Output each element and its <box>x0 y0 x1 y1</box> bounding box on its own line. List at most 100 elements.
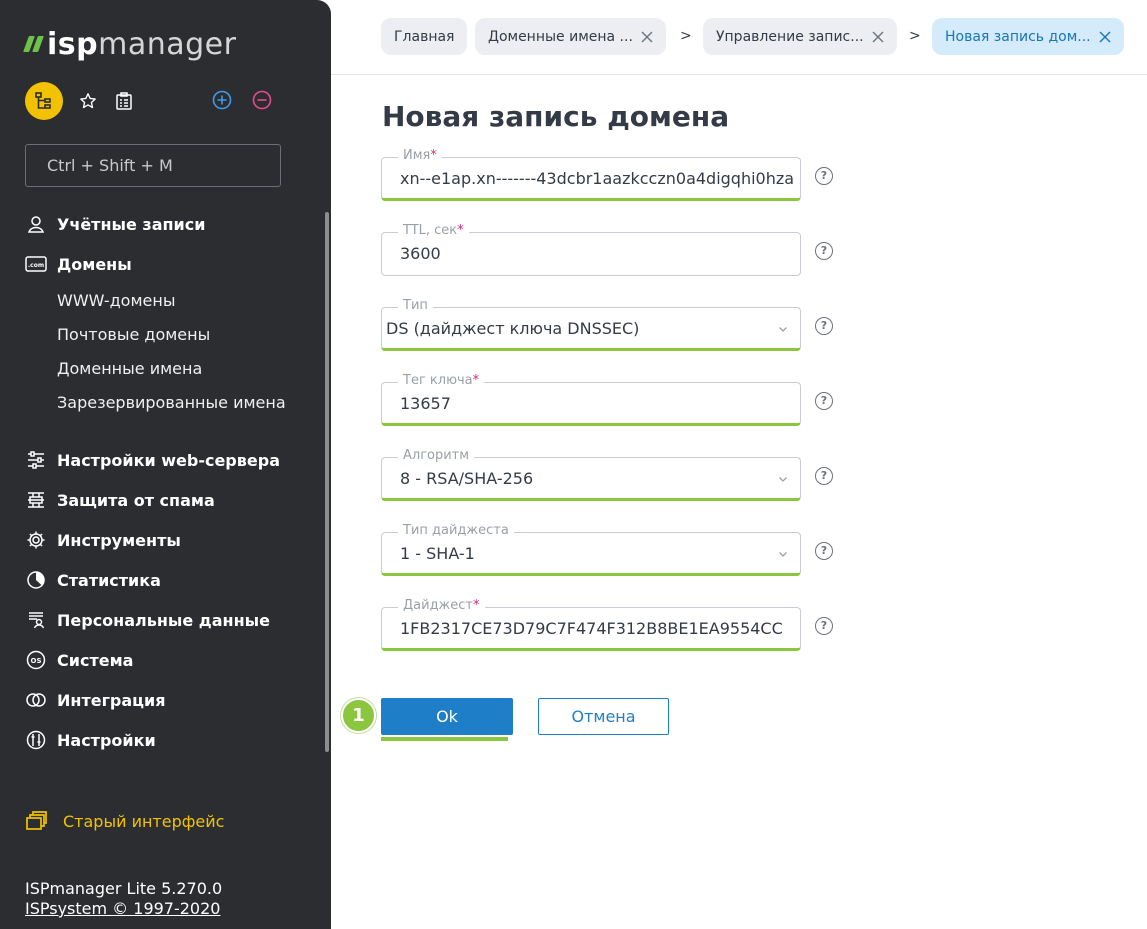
pie-chart-icon <box>25 569 47 591</box>
breadcrumb-separator-icon: > <box>680 28 692 44</box>
version-info: ISPmanager Lite 5.270.0 ISPsystem © 1997… <box>25 879 222 919</box>
sidebar: ispmanager Ctrl + Shift + M Учётные запи… <box>0 0 331 929</box>
nav-subitem-domain-names[interactable]: Доменные имена <box>57 358 202 380</box>
star-icon[interactable] <box>77 90 99 112</box>
type-select[interactable]: Тип DS (дайджест ключа DNSSEC) <box>381 298 801 351</box>
nav-item-personal-data[interactable]: Персональные данные <box>25 608 270 632</box>
nav-label: Статистика <box>57 570 161 590</box>
field-value: 1FB2317CE73D79C7F474F312B8BE1EA9554CC <box>400 619 783 638</box>
nav-subitem-www-domains[interactable]: WWW-домены <box>57 290 175 312</box>
sidebar-top-icons <box>25 82 135 120</box>
sliders-icon <box>25 449 47 471</box>
field-value: DS (дайджест ключа DNSSEC) <box>386 319 640 338</box>
logo-text-isp: isp <box>47 26 99 62</box>
nav-subitem-reserved-names[interactable]: Зарезервированные имена <box>57 392 286 414</box>
help-icon[interactable]: ? <box>815 542 833 560</box>
nav-item-system[interactable]: OS Система <box>25 648 133 672</box>
nav-item-webserver-settings[interactable]: Настройки web-сервера <box>25 448 280 472</box>
nav-subitem-mail-domains[interactable]: Почтовые домены <box>57 324 210 346</box>
breadcrumb-label: Управление запис... <box>716 28 864 45</box>
user-pin-icon <box>25 213 47 235</box>
copyright-link[interactable]: ISPsystem © 1997-2020 <box>25 899 222 919</box>
close-icon[interactable] <box>1099 31 1111 43</box>
nav-item-tools[interactable]: Инструменты <box>25 528 181 552</box>
breadcrumb-label: Доменные имена ... <box>488 28 633 45</box>
logo-mark-icon <box>23 36 44 52</box>
svg-text:.com: .com <box>28 262 44 269</box>
sidebar-scrollbar[interactable] <box>325 212 329 752</box>
nav-item-settings[interactable]: Настройки <box>25 728 156 752</box>
field-value: 1 - SHA-1 <box>400 544 475 563</box>
expand-all-icon[interactable] <box>212 90 232 110</box>
step-badge: 1 <box>341 698 376 733</box>
nav-item-accounts[interactable]: Учётные записи <box>25 212 205 236</box>
help-icon[interactable]: ? <box>815 617 833 635</box>
name-field[interactable]: Имя* xn--e1ap.xn-------43dcbr1aazkcczn0a… <box>381 148 801 201</box>
old-interface-label: Старый интерфейс <box>63 811 225 831</box>
field-value: 8 - RSA/SHA-256 <box>400 469 534 488</box>
field-label: TTL, сек* <box>398 223 469 239</box>
chevron-down-icon <box>779 477 787 482</box>
nav-label: Персональные данные <box>57 610 270 630</box>
field-label: Тег ключа* <box>398 373 485 389</box>
rings-icon <box>25 689 47 711</box>
key-tag-field[interactable]: Тег ключа* 13657 <box>381 373 801 426</box>
firewall-icon <box>25 489 47 511</box>
personal-data-icon <box>25 609 47 631</box>
tree-menu-icon[interactable] <box>25 82 63 120</box>
field-label: Имя* <box>398 148 442 164</box>
svg-text:OS: OS <box>31 657 42 665</box>
ispmanager-logo[interactable]: ispmanager <box>23 26 236 62</box>
clipboard-list-icon[interactable] <box>113 90 135 112</box>
field-label: Тип дайджеста <box>398 523 514 539</box>
ok-button[interactable]: Ok <box>381 698 513 735</box>
cancel-button[interactable]: Отмена <box>538 698 669 735</box>
version-text: ISPmanager Lite 5.270.0 <box>25 879 223 898</box>
nav-label: Интеграция <box>57 690 166 710</box>
help-icon[interactable]: ? <box>815 167 833 185</box>
algorithm-select[interactable]: Алгоритм 8 - RSA/SHA-256 <box>381 448 801 501</box>
help-icon[interactable]: ? <box>815 242 833 260</box>
nav-item-spam-protection[interactable]: Защита от спама <box>25 488 215 512</box>
nav-label: Настройки web-сервера <box>57 450 280 470</box>
breadcrumb-new-record[interactable]: Новая запись дом... <box>932 18 1124 55</box>
breadcrumb-home[interactable]: Главная <box>381 18 468 55</box>
digest-type-select[interactable]: Тип дайджеста 1 - SHA-1 <box>381 523 801 576</box>
nav-label: Система <box>57 650 134 670</box>
close-icon[interactable] <box>641 31 653 43</box>
breadcrumb-label: Главная <box>394 28 455 45</box>
field-label: Алгоритм <box>398 448 475 464</box>
old-interface-icon <box>25 810 47 832</box>
nav-label: Домены <box>57 254 132 274</box>
field-value: 13657 <box>400 394 451 413</box>
help-icon[interactable]: ? <box>815 392 833 410</box>
breadcrumb-record-management[interactable]: Управление запис... <box>703 18 897 55</box>
field-value: xn--e1ap.xn-------43dcbr1aazkcczn0a4digq… <box>400 169 795 188</box>
nav-item-domains[interactable]: .com Домены <box>25 252 132 276</box>
old-interface-link[interactable]: Старый интерфейс <box>25 810 224 832</box>
help-icon[interactable]: ? <box>815 467 833 485</box>
close-icon[interactable] <box>872 31 884 43</box>
nav-label: Защита от спама <box>57 490 215 510</box>
field-label: Тип <box>398 298 433 314</box>
ttl-field[interactable]: TTL, сек* 3600 <box>381 223 801 276</box>
settings-tools-icon <box>25 729 47 751</box>
os-icon: OS <box>25 649 47 671</box>
digest-field[interactable]: Дайджест* 1FB2317CE73D79C7F474F312B8BE1E… <box>381 598 801 651</box>
field-label: Дайджест* <box>398 598 485 614</box>
menu-search-input[interactable]: Ctrl + Shift + M <box>25 144 281 187</box>
nav-label: Настройки <box>57 730 156 750</box>
nav-item-statistics[interactable]: Статистика <box>25 568 161 592</box>
breadcrumb-domain-names[interactable]: Доменные имена ... <box>475 18 666 55</box>
ok-button-underline <box>381 737 508 741</box>
breadcrumb-label: Новая запись дом... <box>945 28 1091 45</box>
breadcrumb: Главная Доменные имена ... > Управление … <box>331 0 1147 75</box>
chevron-down-icon <box>779 327 787 332</box>
nav-label: Инструменты <box>57 530 181 550</box>
com-domain-icon: .com <box>25 253 47 275</box>
breadcrumb-separator-icon: > <box>909 28 921 44</box>
help-icon[interactable]: ? <box>815 317 833 335</box>
nav-item-integration[interactable]: Интеграция <box>25 688 166 712</box>
page-title: Новая запись домена <box>382 100 730 133</box>
collapse-all-icon[interactable] <box>252 90 272 110</box>
